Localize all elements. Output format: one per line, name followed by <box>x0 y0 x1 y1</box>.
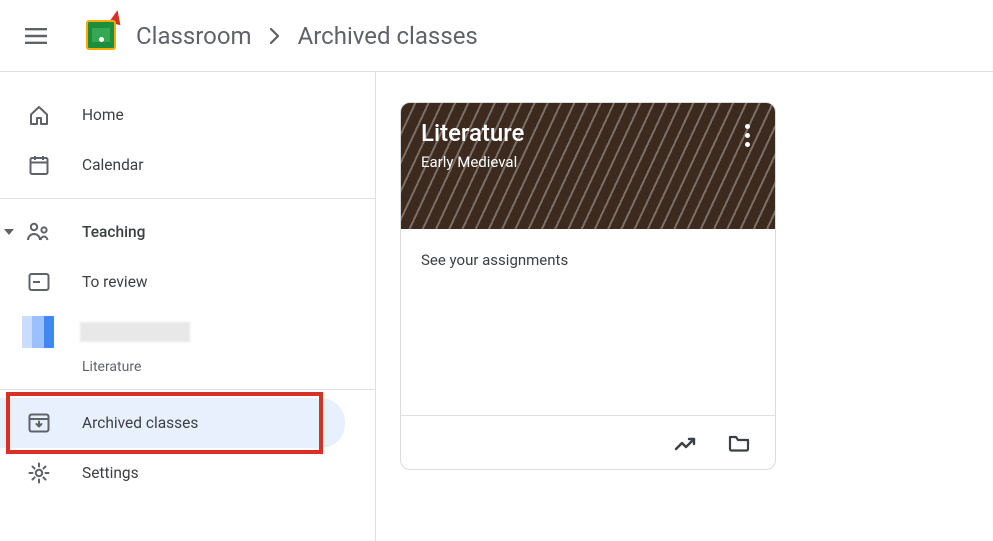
sidebar-item-calendar[interactable]: Calendar <box>0 140 375 190</box>
sidebar-item-label: Home <box>82 106 124 124</box>
class-avatar <box>22 316 54 348</box>
chevron-right-icon <box>270 28 280 44</box>
home-icon <box>26 102 52 128</box>
sidebar-item-label: Literature <box>82 359 141 375</box>
redacted-class-name <box>80 322 190 342</box>
sidebar-item-label: Teaching <box>82 223 145 241</box>
kebab-dot <box>745 142 750 147</box>
kebab-dot <box>745 124 750 129</box>
sidebar-divider <box>0 198 375 199</box>
sidebar-item-settings[interactable]: Settings <box>0 448 375 498</box>
sidebar-item-label: Calendar <box>82 156 144 174</box>
folder-icon[interactable] <box>725 429 753 457</box>
people-icon <box>26 219 52 245</box>
sidebar-group-teaching[interactable]: Teaching <box>0 207 375 257</box>
assignments-link[interactable]: See your assignments <box>421 251 568 269</box>
class-card-header[interactable]: Literature Early Medieval <box>401 103 775 229</box>
breadcrumb-current: Archived classes <box>298 22 478 50</box>
sidebar-item-home[interactable]: Home <box>0 90 375 140</box>
class-card-section: Early Medieval <box>421 153 755 171</box>
inbox-icon <box>26 269 52 295</box>
sidebar-item-class-section[interactable]: Literature <box>0 353 375 381</box>
breadcrumb-root[interactable]: Classroom <box>136 22 252 50</box>
sidebar-item-to-review[interactable]: To review <box>0 257 375 307</box>
archive-icon <box>26 410 52 436</box>
class-card-body: See your assignments <box>401 229 775 415</box>
class-card-title: Literature <box>421 119 755 147</box>
sidebar-divider <box>0 389 375 390</box>
gear-icon <box>26 460 52 486</box>
hamburger-icon <box>25 28 47 44</box>
main-content: Literature Early Medieval See your assig… <box>376 72 993 541</box>
breadcrumb: Classroom Archived classes <box>136 22 478 50</box>
class-card-more-button[interactable] <box>729 117 765 153</box>
chevron-down-icon <box>4 229 14 235</box>
trending-up-icon[interactable] <box>673 429 701 457</box>
app-header: Classroom Archived classes <box>0 0 993 72</box>
sidebar-item-label: Archived classes <box>82 414 198 432</box>
sidebar-item-label: To review <box>82 273 148 291</box>
sidebar-item-class[interactable] <box>0 307 375 357</box>
class-card-footer <box>401 415 775 469</box>
main-menu-button[interactable] <box>16 16 56 56</box>
sidebar-item-archived-classes[interactable]: Archived classes <box>0 398 345 448</box>
sidebar-item-label: Settings <box>82 464 139 482</box>
calendar-icon <box>26 152 52 178</box>
kebab-dot <box>745 133 750 138</box>
sidebar: Home Calendar Teaching <box>0 72 376 541</box>
classroom-logo <box>86 20 118 52</box>
class-card[interactable]: Literature Early Medieval See your assig… <box>400 102 776 470</box>
